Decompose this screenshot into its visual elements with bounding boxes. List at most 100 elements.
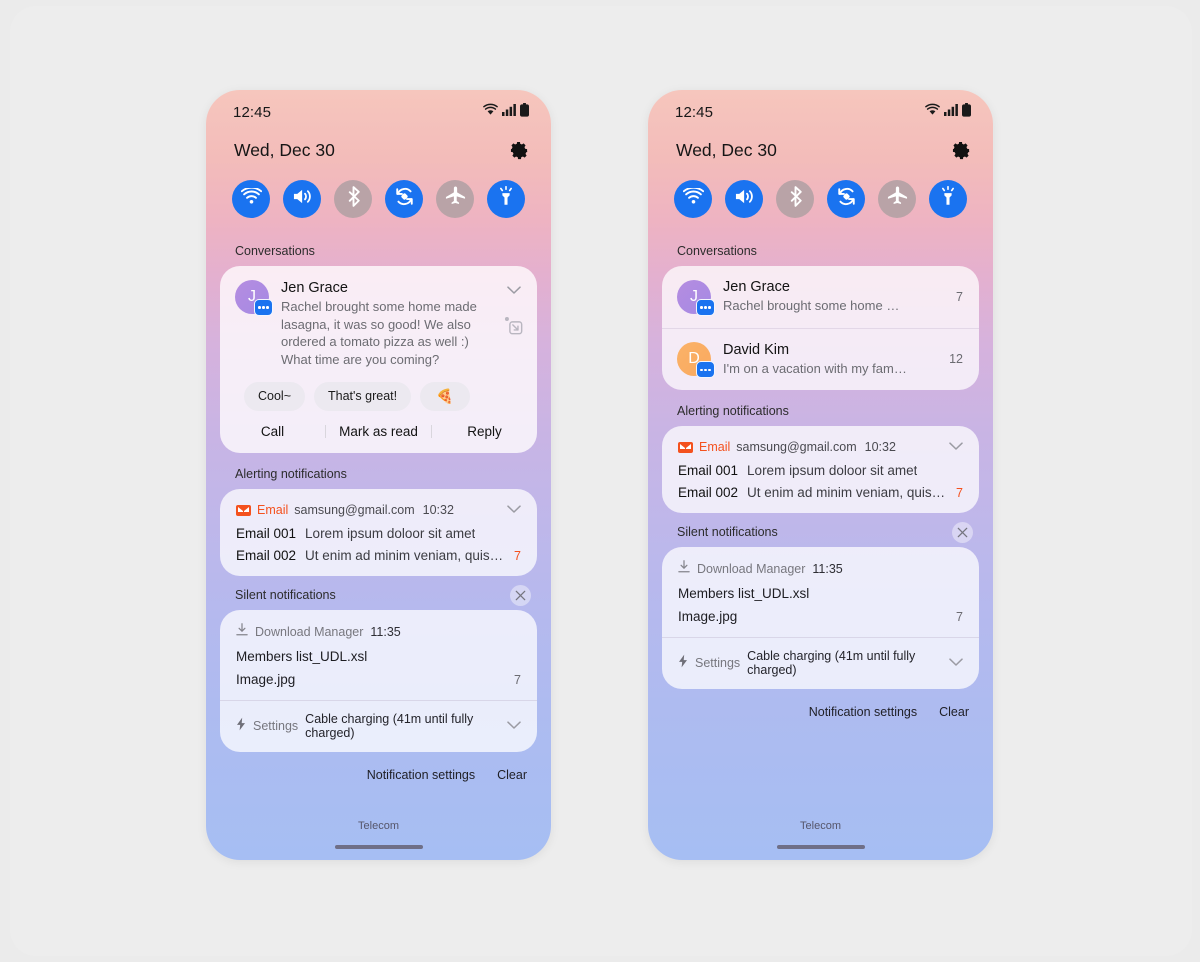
flashlight-icon <box>938 185 958 212</box>
quick-reply-chip[interactable]: That's great! <box>314 382 412 411</box>
toggle-bluetooth[interactable] <box>334 180 372 218</box>
list-item[interactable]: D David Kim I'm on a vacation with my fa… <box>662 327 979 391</box>
gear-icon[interactable] <box>510 141 529 160</box>
email-preview: Lorem ipsum doloor sit amet <box>305 526 476 541</box>
download-file-row[interactable]: Members list_UDL.xsl <box>220 641 537 664</box>
email-row[interactable]: Email 002 Ut enim ad minim veniam, quis … <box>220 541 537 576</box>
chevron-down-icon[interactable] <box>507 501 521 519</box>
home-indicator[interactable] <box>776 845 865 849</box>
call-button[interactable]: Call <box>220 424 325 439</box>
quick-reply-chip-emoji[interactable]: 🍕 <box>420 382 470 411</box>
download-manager-header[interactable]: Download Manager 11:35 <box>220 610 537 641</box>
toggle-airplane[interactable] <box>878 180 916 218</box>
email-icon <box>236 504 251 516</box>
close-icon[interactable] <box>952 521 973 543</box>
download-file-name: Image.jpg <box>236 672 296 687</box>
chevron-down-icon[interactable] <box>949 654 963 672</box>
bluetooth-icon <box>788 186 803 212</box>
download-file-row[interactable]: Image.jpg 7 <box>662 601 979 637</box>
avatar: D <box>677 342 715 379</box>
clear-button[interactable]: Clear <box>939 705 969 719</box>
silent-label: Silent notifications <box>235 588 336 602</box>
settings-notification-row[interactable]: Settings Cable charging (41m until fully… <box>662 637 979 689</box>
toggle-sound[interactable] <box>725 180 763 218</box>
email-card-header[interactable]: Email samsung@gmail.com 10:32 <box>662 426 979 456</box>
email-subject: Email 001 <box>236 526 297 541</box>
carrier-label: Telecom <box>358 820 399 832</box>
clear-button[interactable]: Clear <box>497 768 527 782</box>
toggle-auto-rotate[interactable] <box>385 180 423 218</box>
download-manager-header[interactable]: Download Manager 11:35 <box>662 547 979 578</box>
email-card-header[interactable]: Email samsung@gmail.com 10:32 <box>220 489 537 519</box>
download-file-name: Image.jpg <box>678 609 738 624</box>
status-clock: 12:45 <box>675 103 714 121</box>
status-bar: 12:45 <box>206 90 551 130</box>
section-label-alerting: Alerting notifications <box>648 396 993 426</box>
settings-notification-row[interactable]: Settings Cable charging (41m until fully… <box>220 700 537 752</box>
quick-toggles-row <box>648 166 993 218</box>
settings-app-name: Settings <box>253 719 299 733</box>
toggle-airplane[interactable] <box>436 180 474 218</box>
toggle-flashlight[interactable] <box>487 180 525 218</box>
section-label-silent: Silent notifications <box>206 580 551 610</box>
close-icon[interactable] <box>510 584 531 606</box>
download-time: 11:35 <box>370 625 401 639</box>
conversation-list-card: J Jen Grace Rachel brought some home mad… <box>662 266 979 390</box>
gear-icon[interactable] <box>952 141 971 160</box>
notification-settings-button[interactable]: Notification settings <box>367 768 475 782</box>
settings-app-name: Settings <box>695 656 741 670</box>
conversation-header[interactable]: J Jen Grace Rachel brought some home mad… <box>220 266 537 368</box>
wifi-icon <box>682 186 704 210</box>
email-row[interactable]: Email 002 Ut enim ad minim veniam, quis … <box>662 478 979 513</box>
conversation-text: David Kim I'm on a vacation with my fami… <box>711 342 941 378</box>
section-label-silent: Silent notifications <box>648 517 993 547</box>
conversation-actions: Call Mark as read Reply <box>220 411 537 453</box>
email-count-badge: 7 <box>956 486 963 500</box>
email-row[interactable]: Email 001 Lorem ipsum doloor sit amet <box>220 519 537 541</box>
screenshot-canvas: 12:45 Wed, Dec 30 Conversations J Jen Gr… <box>0 0 1200 962</box>
quick-toggles-row <box>206 166 551 218</box>
conversation-sender-name: Jen Grace <box>723 279 790 295</box>
date-row: Wed, Dec 30 <box>648 130 993 166</box>
bolt-icon <box>236 717 246 736</box>
bubble-popout-icon[interactable] <box>504 316 523 340</box>
chevron-down-icon[interactable] <box>507 717 521 735</box>
status-icons <box>925 102 971 122</box>
message-badge-icon <box>696 298 715 316</box>
toggle-sound[interactable] <box>283 180 321 218</box>
email-row[interactable]: Email 001 Lorem ipsum doloor sit amet <box>662 456 979 478</box>
email-time: 10:32 <box>864 440 896 454</box>
quick-reply-chip[interactable]: Cool~ <box>244 382 306 411</box>
conversation-message: Rachel brought some home made lasagna, i… <box>281 299 477 367</box>
toggle-auto-rotate[interactable] <box>827 180 865 218</box>
mark-as-read-button[interactable]: Mark as read <box>326 424 431 439</box>
avatar: J <box>677 279 715 316</box>
battery-icon <box>962 102 971 122</box>
reply-button[interactable]: Reply <box>432 424 537 439</box>
toggle-flashlight[interactable] <box>929 180 967 218</box>
current-date: Wed, Dec 30 <box>234 139 335 160</box>
email-app-name: Email <box>699 440 731 454</box>
email-notification-card: Email samsung@gmail.com 10:32 Email 001 … <box>662 426 979 513</box>
toggle-wifi[interactable] <box>232 180 270 218</box>
toggle-bluetooth[interactable] <box>776 180 814 218</box>
email-preview: Lorem ipsum doloor sit amet <box>747 463 918 478</box>
notification-settings-button[interactable]: Notification settings <box>809 705 917 719</box>
footer-actions: Notification settings Clear <box>648 689 993 719</box>
email-app-name: Email <box>257 503 289 517</box>
download-icon <box>236 623 248 641</box>
chevron-down-icon[interactable] <box>949 438 963 456</box>
phone-right-collapsed-view: 12:45 Wed, Dec 30 Conversations J Jen Gr… <box>648 90 993 860</box>
download-time: 11:35 <box>812 562 843 576</box>
sound-icon <box>292 187 313 211</box>
conversations-label: Conversations <box>677 244 757 258</box>
backdrop-panel <box>10 6 1192 956</box>
download-app-name: Download Manager <box>697 562 806 576</box>
message-badge-icon <box>254 299 273 316</box>
chevron-down-icon[interactable] <box>506 282 521 300</box>
download-file-row[interactable]: Members list_UDL.xsl <box>662 578 979 601</box>
home-indicator[interactable] <box>334 845 423 849</box>
download-file-row[interactable]: Image.jpg 7 <box>220 664 537 700</box>
toggle-wifi[interactable] <box>674 180 712 218</box>
list-item[interactable]: J Jen Grace Rachel brought some home mad… <box>662 266 979 328</box>
